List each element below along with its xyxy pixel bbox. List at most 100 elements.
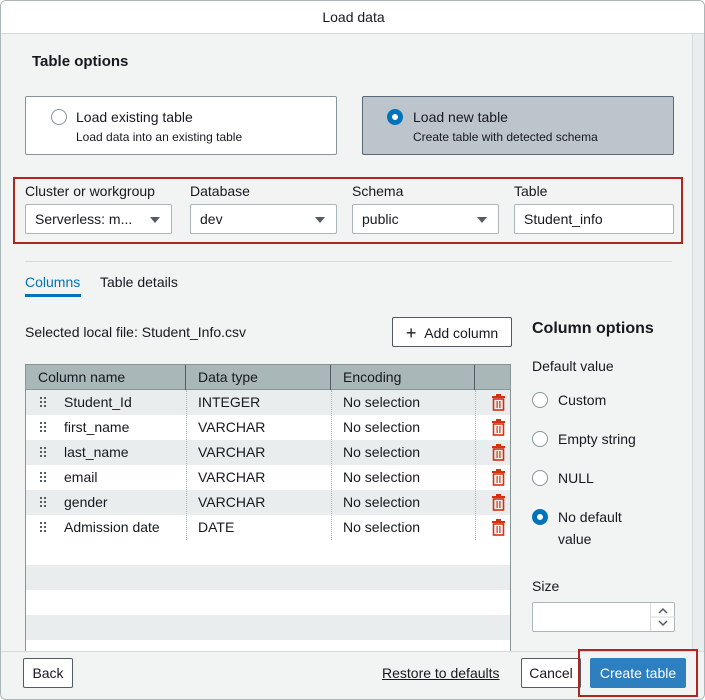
database-select[interactable]: dev	[190, 204, 337, 234]
column-name-cell[interactable]: gender	[64, 490, 108, 515]
column-name-cell[interactable]: Admission date	[64, 515, 160, 540]
table-row[interactable]: email VARCHAR No selection	[26, 465, 510, 490]
load-new-title: Load new table	[413, 109, 508, 125]
database-label: Database	[190, 183, 250, 199]
table-name-input[interactable]: Student_info	[514, 204, 674, 234]
drag-handle-icon[interactable]	[40, 522, 49, 533]
encoding-cell[interactable]: No selection	[343, 515, 420, 540]
table-row[interactable]: gender VARCHAR No selection	[26, 490, 510, 515]
cancel-button[interactable]: Cancel	[521, 658, 581, 688]
no-default-option-label[interactable]: No default	[558, 509, 622, 525]
load-data-dialog: Load data Table options Load existing ta…	[0, 0, 705, 700]
custom-option-label[interactable]: Custom	[558, 392, 606, 408]
encoding-cell[interactable]: No selection	[343, 415, 420, 440]
empty-table-row	[26, 565, 510, 590]
default-value-label: Default value	[532, 358, 614, 374]
column-separator	[331, 390, 332, 540]
header-data-type[interactable]: Data type	[186, 365, 331, 390]
encoding-cell[interactable]: No selection	[343, 440, 420, 465]
active-tab-indicator	[25, 294, 81, 297]
encoding-cell[interactable]: No selection	[343, 465, 420, 490]
table-name-value: Student_info	[524, 211, 603, 227]
plus-icon: +	[405, 323, 417, 343]
column-name-cell[interactable]: email	[64, 465, 97, 490]
data-type-cell[interactable]: VARCHAR	[198, 490, 265, 515]
trash-icon[interactable]	[491, 494, 506, 511]
table-label: Table	[514, 183, 548, 199]
chevron-down-icon	[477, 217, 487, 223]
column-name-cell[interactable]: last_name	[64, 440, 129, 465]
back-button[interactable]: Back	[23, 658, 73, 688]
table-row[interactable]: Student_Id INTEGER No selection	[26, 390, 510, 415]
data-type-cell[interactable]: INTEGER	[198, 390, 260, 415]
no-default-option-label-cont[interactable]: value	[558, 531, 591, 547]
chevron-down-icon	[150, 217, 160, 223]
schema-select[interactable]: public	[352, 204, 499, 234]
drag-handle-icon[interactable]	[40, 497, 49, 508]
size-input[interactable]	[532, 602, 675, 632]
data-type-cell[interactable]: VARCHAR	[198, 415, 265, 440]
header-actions	[475, 365, 510, 390]
data-type-cell[interactable]: DATE	[198, 515, 234, 540]
tab-table-details[interactable]: Table details	[100, 274, 178, 290]
cluster-select[interactable]: Serverless: m...	[25, 204, 172, 234]
dialog-title: Load data	[1, 1, 704, 34]
table-options-heading: Table options	[32, 53, 129, 70]
trash-icon[interactable]	[491, 444, 506, 461]
add-column-label: Add column	[424, 325, 499, 341]
size-label: Size	[532, 578, 560, 594]
empty-string-option-label[interactable]: Empty string	[558, 431, 636, 447]
trash-icon[interactable]	[491, 519, 506, 536]
restore-defaults-link[interactable]: Restore to defaults	[382, 665, 500, 681]
column-name-cell[interactable]: Student_Id	[64, 390, 132, 415]
drag-handle-icon[interactable]	[40, 447, 49, 458]
load-new-table-option[interactable]: Load new table Create table with detecte…	[362, 96, 674, 155]
drag-handle-icon[interactable]	[40, 422, 49, 433]
column-separator	[475, 390, 476, 540]
custom-radio[interactable]	[532, 392, 548, 408]
encoding-cell[interactable]: No selection	[343, 390, 420, 415]
column-name-cell[interactable]: first_name	[64, 415, 129, 440]
column-separator	[186, 390, 187, 540]
header-column-name[interactable]: Column name	[26, 365, 186, 390]
tab-columns[interactable]: Columns	[25, 274, 80, 290]
load-new-subtitle: Create table with detected schema	[413, 130, 598, 144]
data-type-cell[interactable]: VARCHAR	[198, 440, 265, 465]
null-radio[interactable]	[532, 470, 548, 486]
encoding-cell[interactable]: No selection	[343, 490, 420, 515]
chevron-down-icon	[315, 217, 325, 223]
columns-table-header: Column name Data type Encoding	[26, 365, 510, 390]
load-new-radio[interactable]	[387, 109, 403, 125]
drag-handle-icon[interactable]	[40, 397, 49, 408]
columns-table: Column name Data type Encoding Student_I…	[25, 364, 511, 664]
empty-string-radio[interactable]	[532, 431, 548, 447]
database-value: dev	[200, 211, 223, 227]
load-existing-subtitle: Load data into an existing table	[76, 130, 243, 144]
cluster-label: Cluster or workgroup	[25, 183, 155, 199]
load-existing-table-option[interactable]: Load existing table Load data into an ex…	[25, 96, 337, 155]
schema-label: Schema	[352, 183, 404, 199]
empty-table-row	[26, 615, 510, 640]
load-existing-radio[interactable]	[51, 109, 67, 125]
section-divider	[25, 261, 672, 262]
trash-icon[interactable]	[491, 419, 506, 436]
schema-value: public	[362, 211, 399, 227]
size-stepper[interactable]	[650, 603, 675, 631]
table-row[interactable]: Admission date DATE No selection	[26, 515, 510, 540]
trash-icon[interactable]	[491, 394, 506, 411]
trash-icon[interactable]	[491, 469, 506, 486]
create-table-button[interactable]: Create table	[590, 658, 686, 688]
table-row[interactable]: first_name VARCHAR No selection	[26, 415, 510, 440]
data-type-cell[interactable]: VARCHAR	[198, 465, 265, 490]
stepper-arrows-icon[interactable]	[651, 603, 675, 631]
table-row[interactable]: last_name VARCHAR No selection	[26, 440, 510, 465]
add-column-button[interactable]: + Add column	[392, 317, 512, 347]
cluster-value: Serverless: m...	[35, 211, 133, 227]
dialog-scrollbar[interactable]	[692, 34, 704, 651]
column-options-heading: Column options	[532, 320, 654, 337]
null-option-label[interactable]: NULL	[558, 470, 594, 486]
header-encoding[interactable]: Encoding	[331, 365, 475, 390]
load-existing-title: Load existing table	[76, 109, 193, 125]
drag-handle-icon[interactable]	[40, 472, 49, 483]
no-default-value-radio[interactable]	[532, 509, 548, 525]
